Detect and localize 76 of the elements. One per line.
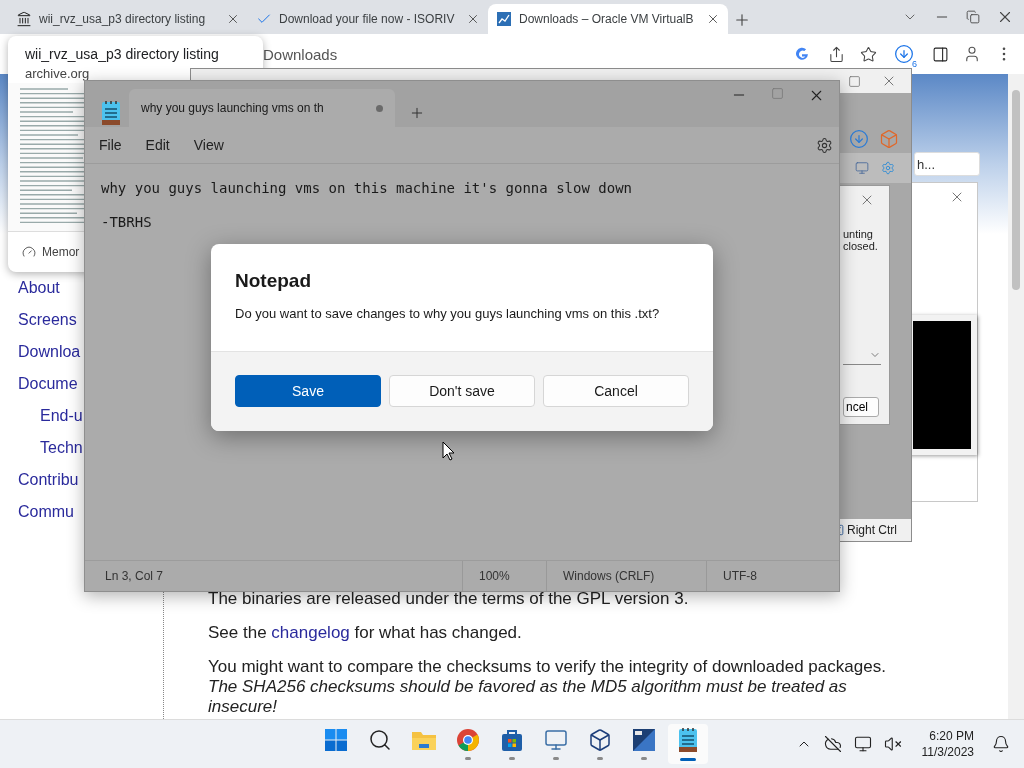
cloud-off-icon[interactable]	[823, 735, 842, 753]
menu-item[interactable]: View	[183, 133, 234, 157]
memory-label: Memor	[42, 245, 80, 259]
zoom-level: 100%	[479, 569, 510, 583]
columns-icon	[16, 11, 32, 27]
nav-link[interactable]: Techn	[40, 432, 83, 464]
gauge-icon	[22, 245, 36, 259]
nav-link[interactable]: Screens	[18, 304, 77, 336]
dialog-button[interactable]: Save	[235, 375, 381, 407]
network-icon[interactable]	[853, 735, 872, 753]
mouse-pointer-icon	[442, 441, 455, 461]
cube-icon	[588, 728, 612, 752]
maximize-icon[interactable]	[848, 74, 861, 88]
clock-date[interactable]: 11/3/2023	[921, 744, 974, 760]
share-icon[interactable]	[827, 45, 845, 63]
checksum-text: You might want to compare the checksums to verify the integrity of downloaded packages.	[208, 657, 887, 677]
restore-icon[interactable]	[966, 10, 980, 24]
folder-icon	[411, 729, 437, 751]
star-icon[interactable]	[859, 45, 877, 63]
menu-item[interactable]: File	[89, 133, 132, 157]
menu-item[interactable]: Edit	[135, 133, 180, 157]
xp-box-icon	[632, 728, 656, 752]
settings-icon[interactable]	[816, 136, 833, 154]
browser-tab[interactable]: Downloads – Oracle VM VirtualB	[488, 4, 728, 34]
windows-start-icon	[324, 728, 348, 752]
nav-link[interactable]: Commu	[18, 496, 74, 528]
encoding: UTF-8	[723, 569, 757, 583]
dialog-text: closed.	[843, 240, 879, 252]
document-text: -TBRHS	[101, 214, 153, 230]
search-field[interactable]: h...	[914, 152, 980, 176]
bell-icon[interactable]	[992, 735, 1010, 753]
side-panel-icon[interactable]	[931, 45, 949, 63]
dialog-button[interactable]: ncel	[843, 397, 879, 417]
download-icon[interactable]	[894, 44, 914, 64]
chart-window-icon	[496, 11, 512, 27]
nav-link[interactable]: Docume	[18, 368, 78, 400]
google-icon[interactable]	[794, 46, 810, 62]
profile-icon[interactable]	[963, 45, 981, 63]
download-count: 6	[912, 59, 917, 69]
checksum-note: The SHA256 checksums should be favored as the MD5 algorithm must be treated as insecure!	[208, 677, 848, 717]
cursor-position: Ln 3, Col 7	[105, 569, 164, 583]
license-text: The binaries are released under the terms of the GPL version 3.	[208, 589, 690, 609]
card-title: wii_rvz_usa_p3 directory listing	[24, 45, 220, 62]
changelog-link[interactable]: changelog	[271, 623, 350, 642]
close-icon[interactable]	[706, 12, 720, 26]
changelog-sentence: See the changelog for what has changed.	[208, 623, 523, 643]
document-text: why you guys launching vms on this machine it's gonna slow down	[101, 180, 633, 196]
dialog-message: Do you want to save changes to why you guys launching vms on this .txt?	[235, 306, 661, 321]
notepad-icon	[101, 100, 121, 126]
new-tab-icon[interactable]	[733, 11, 751, 29]
card-domain: archive.org	[24, 65, 91, 83]
nav-link[interactable]: End-u	[40, 400, 83, 432]
browser-tab[interactable]: wii_rvz_usa_p3 directory listing	[8, 4, 248, 34]
dialog-button[interactable]: Cancel	[543, 375, 689, 407]
nav-link[interactable]: Downloa	[18, 336, 81, 368]
scrollbar[interactable]	[1008, 74, 1024, 719]
host-key-label: Right Ctrl	[847, 523, 897, 537]
nav-link[interactable]: About	[18, 272, 60, 304]
muted-speaker-icon[interactable]	[883, 735, 902, 753]
dialog-button[interactable]: Don't save	[389, 375, 535, 407]
store-bag-icon	[500, 728, 524, 752]
line-ending: Windows (CRLF)	[563, 569, 655, 583]
chrome-icon	[456, 728, 480, 752]
dialog-title: Notepad	[235, 270, 312, 292]
clock-time[interactable]: 6:20 PM	[929, 728, 974, 744]
address-text[interactable]: Downloads	[263, 45, 790, 63]
notepad-icon	[678, 727, 698, 753]
nav-link[interactable]: Contribu	[18, 464, 79, 496]
notepad-tab[interactable]: why you guys launching vms on th	[129, 89, 395, 127]
computer-icon	[544, 728, 568, 752]
dialog-text: unting	[843, 228, 874, 240]
close-icon[interactable]	[226, 12, 240, 26]
browser-tab[interactable]: Download your file now - ISORIV	[248, 4, 488, 34]
close-icon[interactable]	[466, 12, 480, 26]
taskbar-app[interactable]	[668, 724, 708, 764]
search-icon	[368, 728, 392, 752]
